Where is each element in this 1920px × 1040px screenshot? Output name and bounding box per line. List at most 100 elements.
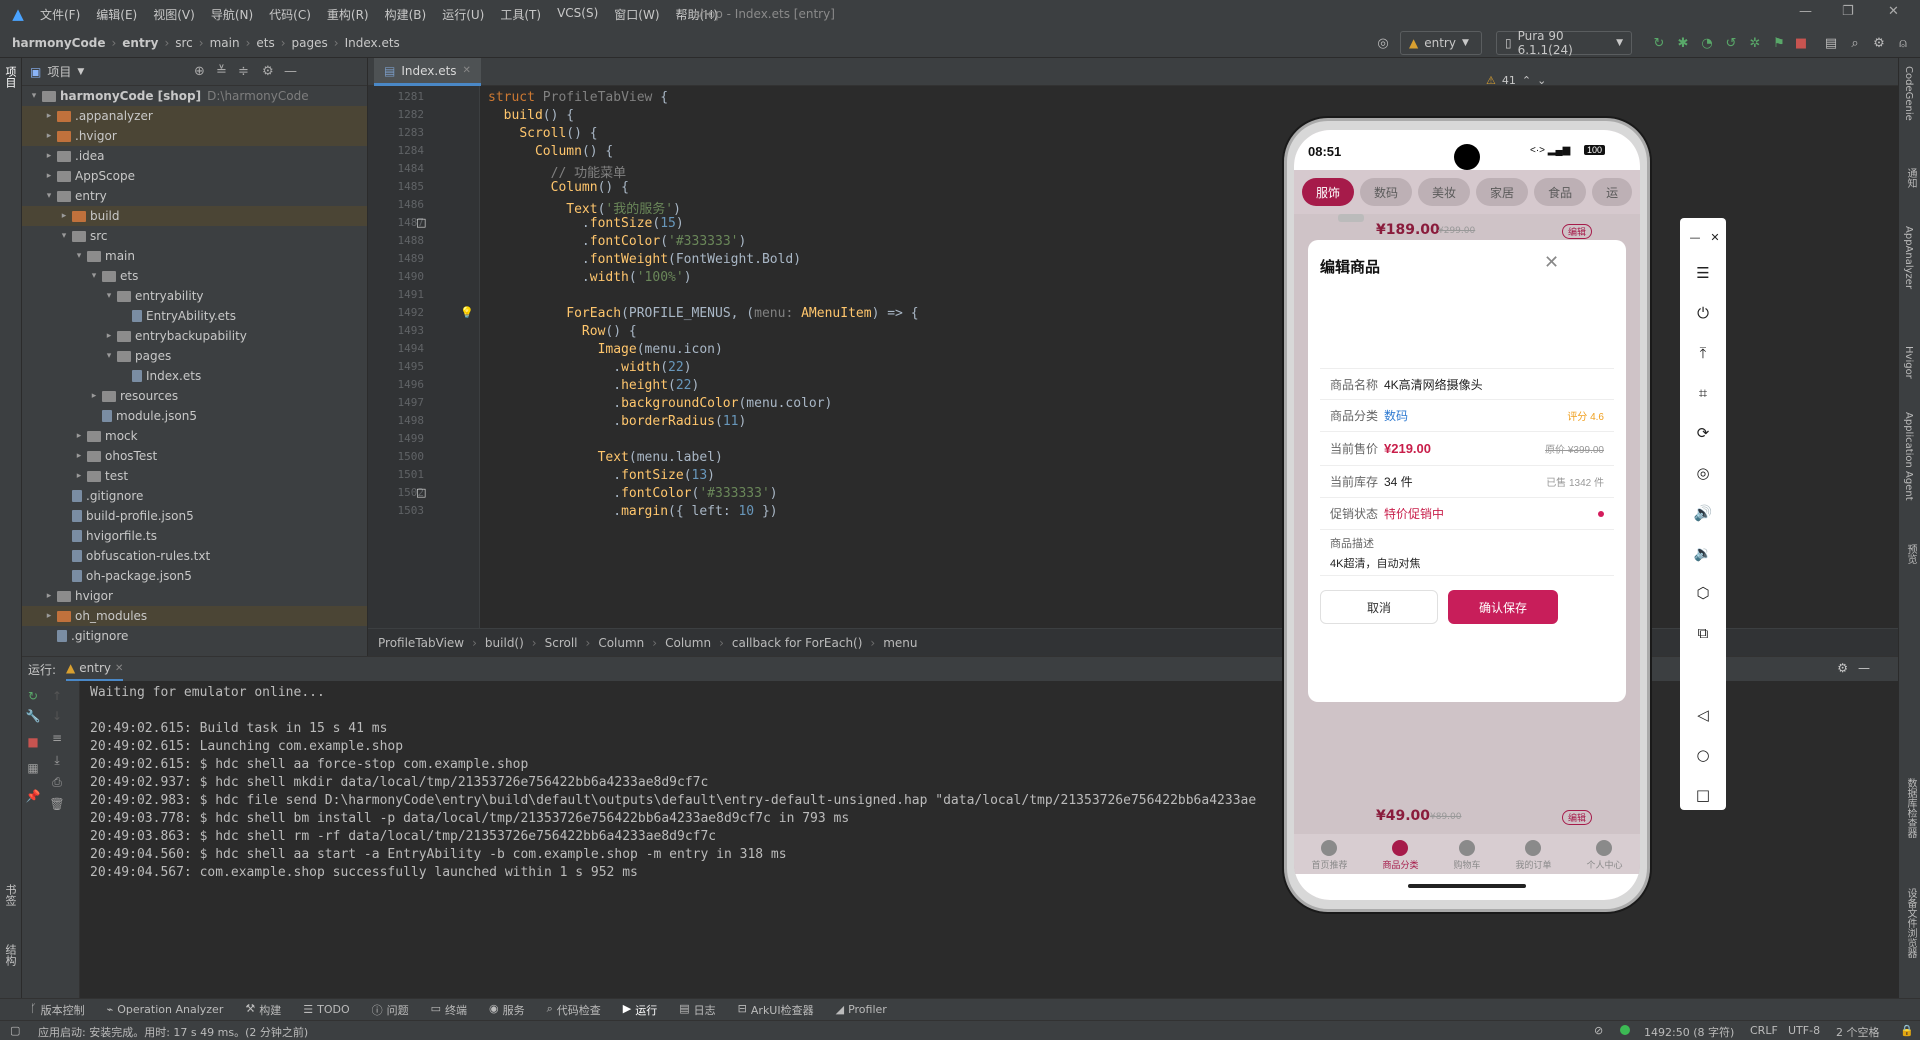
tree-item[interactable]: .gitignore bbox=[22, 486, 367, 506]
chevron-right-icon[interactable]: ▸ bbox=[73, 431, 85, 441]
chevron-down-icon[interactable]: ▾ bbox=[28, 91, 40, 101]
hide-panel-icon[interactable]: — bbox=[284, 64, 297, 79]
bottom-tab[interactable]: ☰ TODO bbox=[303, 1003, 349, 1016]
arrow-down-icon[interactable]: ↓ bbox=[48, 707, 66, 725]
code-line[interactable]: .borderRadius(11) bbox=[488, 414, 746, 429]
device-file-browser-tool-button[interactable]: 设备文件浏览器 bbox=[1903, 888, 1918, 958]
category-chip[interactable]: 家居 bbox=[1476, 178, 1529, 206]
chevron-down-icon[interactable]: ▾ bbox=[73, 251, 85, 261]
bottom-tab[interactable]: ▶ 运行 bbox=[623, 1002, 657, 1018]
category-chip[interactable]: 数码 bbox=[1360, 178, 1413, 206]
code-breadcrumb-item[interactable]: Column bbox=[598, 636, 644, 650]
tree-item[interactable]: ▾ ets bbox=[22, 266, 367, 286]
chevron-right-icon[interactable]: ▸ bbox=[43, 111, 55, 121]
bookmark-icon[interactable]: □ bbox=[416, 216, 426, 229]
code-line[interactable]: .fontSize(15) bbox=[488, 216, 684, 231]
volume-down-icon[interactable]: 🔉 bbox=[1692, 542, 1714, 564]
tree-item[interactable]: ▾ entry bbox=[22, 186, 367, 206]
breadcrumb-item[interactable]: src bbox=[175, 36, 193, 50]
code-line[interactable]: Text('我的服务') bbox=[488, 198, 681, 217]
codegenie-tool-button[interactable]: CodeGenie bbox=[1903, 66, 1914, 121]
tree-item[interactable]: ▸ .appanalyzer bbox=[22, 106, 367, 126]
category-chip[interactable]: 食品 bbox=[1534, 178, 1587, 206]
volume-up-icon[interactable]: 🔊 bbox=[1692, 502, 1714, 524]
code-line[interactable]: .width('100%') bbox=[488, 270, 692, 285]
bottom-tab[interactable]: ▭ 终端 bbox=[431, 1002, 467, 1018]
power-icon[interactable]: ⏻ bbox=[1692, 302, 1714, 324]
run-config-select[interactable]: ▲ entry ▼ bbox=[1400, 31, 1482, 55]
hvigor-tool-button[interactable]: Hvigor bbox=[1903, 346, 1914, 379]
crop-icon[interactable]: ⌗ bbox=[1692, 382, 1714, 404]
tree-item[interactable]: ▸ build bbox=[22, 206, 367, 226]
tree-item[interactable]: ▾ src bbox=[22, 226, 367, 246]
close-icon[interactable]: ✕ bbox=[1704, 226, 1726, 248]
code-line[interactable]: Text(menu.label) bbox=[488, 450, 723, 465]
notifications-tool-button[interactable]: 通知 bbox=[1903, 168, 1918, 188]
product-name-row[interactable]: 商品名称 4K高清网络摄像头 bbox=[1320, 368, 1614, 400]
gear-icon[interactable]: ⚙ bbox=[262, 64, 274, 79]
attach-debugger-icon[interactable]: ✲ bbox=[1746, 34, 1764, 52]
application-agent-tool-button[interactable]: Application Agent bbox=[1903, 412, 1914, 501]
code-line[interactable]: .fontColor('#333333') bbox=[488, 234, 746, 249]
run-console[interactable]: Waiting for emulator online... 20:49:02.6… bbox=[90, 685, 1390, 995]
tree-item[interactable]: ▸ AppScope bbox=[22, 166, 367, 186]
device-manager-icon[interactable]: ▤ bbox=[1822, 34, 1840, 52]
bottom-tab[interactable]: ◢ Profiler bbox=[836, 1003, 887, 1016]
chevron-down-icon[interactable]: ▾ bbox=[88, 271, 100, 281]
product-category-row[interactable]: 商品分类 数码 评分 4.6 bbox=[1320, 400, 1614, 432]
menu-item[interactable]: 视图(V) bbox=[145, 6, 203, 23]
breadcrumb-item[interactable]: ets bbox=[256, 36, 274, 50]
expand-all-icon[interactable]: ≑ bbox=[238, 64, 249, 79]
editor-tab-index-ets[interactable]: ▤ Index.ets ✕ bbox=[374, 58, 481, 86]
recents-icon[interactable]: □ bbox=[1692, 784, 1714, 806]
code-breadcrumb-item[interactable]: Scroll bbox=[545, 636, 578, 650]
tree-item[interactable]: ▸ test bbox=[22, 466, 367, 486]
product-description-row[interactable]: 商品描述 4K超清，自动对焦 bbox=[1320, 530, 1614, 576]
rerun-icon[interactable]: ↻ bbox=[24, 687, 42, 705]
bottom-nav-item[interactable]: 我的订单 bbox=[1515, 840, 1552, 871]
menu-item[interactable]: 导航(N) bbox=[203, 6, 261, 23]
bottom-tab[interactable]: ᚴ 版本控制 bbox=[30, 1002, 85, 1018]
soft-wrap-icon[interactable]: ≡ bbox=[48, 729, 66, 747]
scroll-to-end-icon[interactable]: ⤓ bbox=[48, 751, 66, 769]
category-chip[interactable]: 服饰 bbox=[1302, 178, 1355, 206]
rerun-icon[interactable]: ↻ bbox=[1650, 34, 1668, 52]
menu-item[interactable]: 工具(T) bbox=[492, 6, 549, 23]
line-separator[interactable]: CRLF bbox=[1750, 1024, 1778, 1037]
code-breadcrumb-item[interactable]: ProfileTabView bbox=[378, 636, 464, 650]
bookmark-icon[interactable]: □ bbox=[416, 486, 426, 499]
locate-icon[interactable]: ⊕ bbox=[194, 64, 205, 79]
chevron-down-icon[interactable]: ▼ bbox=[77, 67, 84, 77]
restore-icon[interactable]: ❐ bbox=[1842, 4, 1854, 19]
promo-status-row[interactable]: 促销状态 特价促销中 bbox=[1320, 498, 1614, 530]
breadcrumb-item[interactable]: Index.ets bbox=[345, 36, 400, 50]
home-icon[interactable]: ○ bbox=[1692, 744, 1714, 766]
menu-item[interactable]: 构建(B) bbox=[377, 6, 435, 23]
target-icon[interactable]: ◎ bbox=[1374, 34, 1392, 52]
code-line[interactable]: .fontColor('#333333') bbox=[488, 486, 777, 501]
print-icon[interactable]: ⎙ bbox=[48, 773, 66, 791]
bottom-tab[interactable]: ⓘ 问题 bbox=[372, 1002, 409, 1018]
code-line[interactable]: ForEach(PROFILE_MENUS, (menu: AMenuItem)… bbox=[488, 306, 918, 321]
code-breadcrumb-item[interactable]: menu bbox=[883, 636, 917, 650]
menu-item[interactable]: 运行(U) bbox=[434, 6, 492, 23]
close-icon[interactable]: ✕ bbox=[1544, 252, 1559, 273]
tree-item[interactable]: module.json5 bbox=[22, 406, 367, 426]
breadcrumb-item[interactable]: entry bbox=[122, 36, 158, 50]
layout-icon[interactable]: ▦ bbox=[24, 759, 42, 777]
bottom-tab[interactable]: ⊟ ArkUI检查器 bbox=[738, 1002, 814, 1018]
code-line[interactable]: struct ProfileTabView { bbox=[488, 90, 668, 105]
chevron-right-icon[interactable]: ▸ bbox=[43, 591, 55, 601]
cancel-button[interactable]: 取消 bbox=[1320, 590, 1438, 624]
phone-screen[interactable]: 08:51 <·> ▂▄▆ 100 服饰 数码 美妆 家居 食品运 ¥189.00 ¥2… bbox=[1294, 130, 1640, 900]
gear-icon[interactable]: ⚙ bbox=[1837, 661, 1848, 675]
close-icon[interactable]: ✕ bbox=[115, 663, 123, 674]
expand-icon[interactable]: ▢ bbox=[10, 1024, 20, 1037]
menu-item[interactable]: 窗口(W) bbox=[606, 6, 667, 23]
coverage-icon[interactable]: ⚑ bbox=[1770, 34, 1788, 52]
tree-item[interactable]: ▸ .idea bbox=[22, 146, 367, 166]
apply-changes-icon[interactable]: ↺ bbox=[1722, 34, 1740, 52]
bottom-tab[interactable]: ⌕ 代码检查 bbox=[547, 1002, 601, 1018]
upload-icon[interactable]: ⤒ bbox=[1692, 342, 1714, 364]
code-line[interactable]: Column() { bbox=[488, 144, 613, 159]
